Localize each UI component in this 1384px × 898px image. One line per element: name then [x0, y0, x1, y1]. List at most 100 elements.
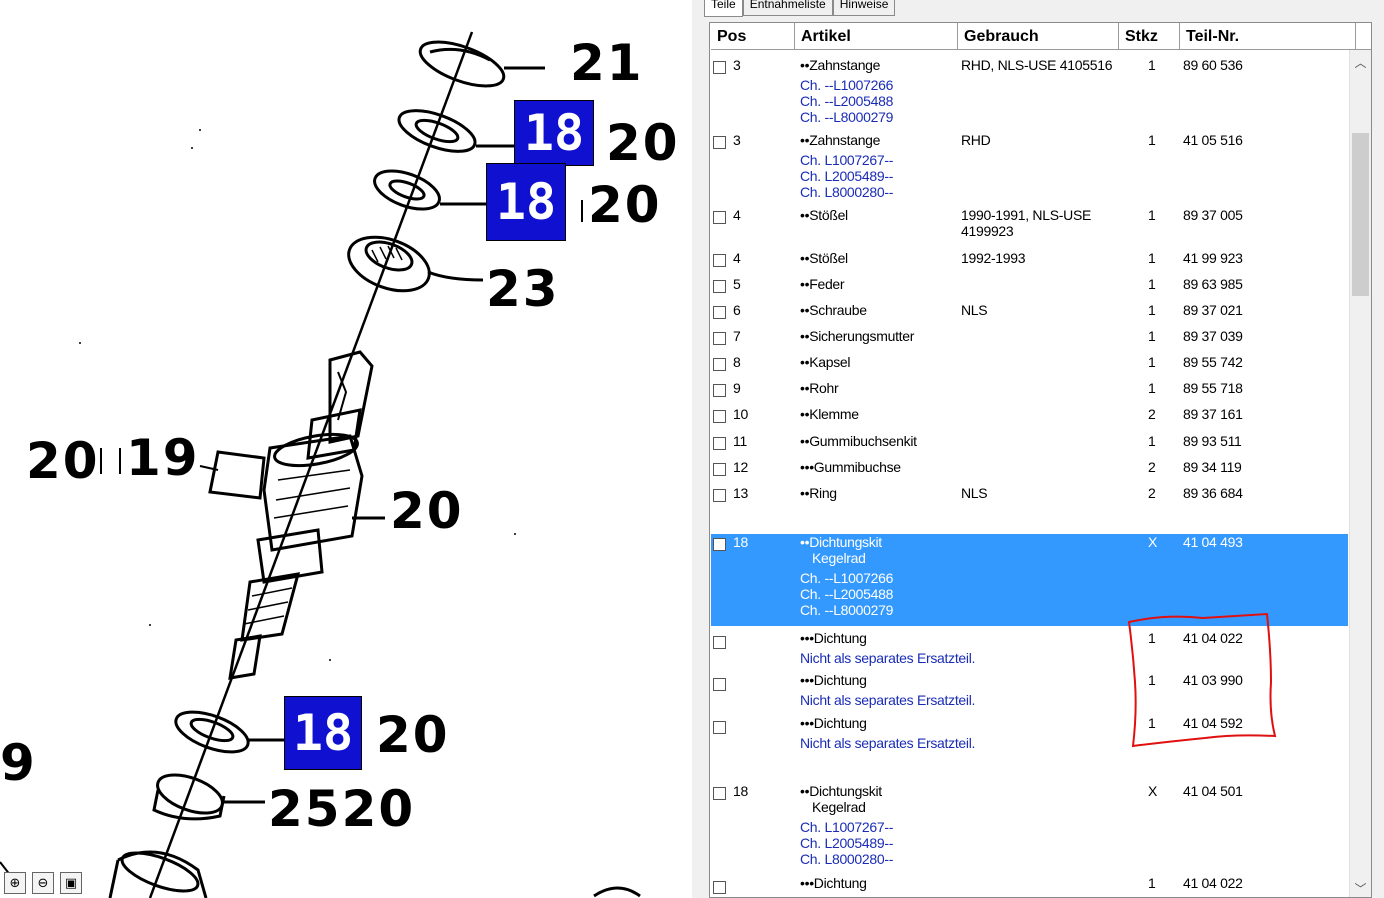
table-row[interactable]: •••Dichtung 1 41 03 990 Nicht als separates…	[711, 672, 1348, 715]
column-header-filler	[1356, 23, 1371, 50]
cell-pos: 7	[733, 328, 741, 344]
cell-stkz: 1	[1148, 328, 1156, 344]
tab-hinweise[interactable]: Hinweise	[832, 0, 896, 16]
row-checkbox[interactable]	[713, 538, 726, 551]
callout-20: 20	[588, 176, 662, 234]
row-checkbox[interactable]	[713, 787, 726, 800]
table-row[interactable]: 13 ••Ring NLS 2 89 36 684	[711, 485, 1348, 534]
table-row[interactable]: 4 ••Stößel 1992-1993 1 41 99 923	[711, 250, 1348, 276]
cell-teilnr: 89 37 161	[1183, 406, 1243, 422]
callout-2520: 2520	[268, 780, 416, 838]
row-checkbox[interactable]	[713, 437, 726, 450]
table-row[interactable]: 4 ••Stößel 1990-1991, NLS-USE 4199923 1 89 37…	[711, 207, 1348, 250]
table-row[interactable]: 18 ••Dichtungskit Kegelrad X 41 04 501 Ch. L1…	[711, 783, 1348, 875]
column-header-gebrauch[interactable]: Gebrauch	[958, 23, 1119, 50]
cell-stkz: 1	[1148, 354, 1156, 370]
chassis-range: Ch. L2005489--	[800, 835, 894, 851]
scrollbar-thumb[interactable]	[1352, 133, 1369, 296]
column-header-artikel[interactable]: Artikel	[795, 23, 958, 50]
cell-teilnr: 89 37 039	[1183, 328, 1243, 344]
table-row[interactable]: 3 ••Zahnstange RHD 1 41 05 516 Ch. L1007267--…	[711, 132, 1348, 207]
parts-panel: Teile Entnahmeliste Hinweise Pos Artikel…	[700, 0, 1384, 898]
chassis-range: Ch. --L1007266	[800, 77, 894, 93]
splitter[interactable]	[692, 0, 700, 898]
row-note: Nicht als separates Ersatzteil.	[800, 692, 976, 708]
cell-artikel: ••Dichtungskit	[800, 783, 882, 799]
cell-artikel: ••Zahnstange	[800, 132, 881, 148]
cell-pos: 13	[733, 485, 748, 501]
row-checkbox[interactable]	[713, 384, 726, 397]
row-checkbox[interactable]	[713, 332, 726, 345]
row-checkbox[interactable]	[713, 489, 726, 502]
row-checkbox[interactable]	[713, 881, 726, 894]
row-checkbox[interactable]	[713, 211, 726, 224]
cell-artikel: ••Zahnstange	[800, 57, 881, 73]
table-row[interactable]: 6 ••Schraube NLS 1 89 37 021	[711, 302, 1348, 328]
table-row[interactable]: 9 ••Rohr 1 89 55 718	[711, 380, 1348, 406]
cell-teilnr: 41 04 022	[1183, 875, 1243, 891]
table-row-selected[interactable]: 18 ••Dichtungskit Kegelrad X 41 04 493 Ch. --…	[711, 534, 1348, 626]
scroll-down-icon[interactable]: ﹀	[1350, 880, 1371, 897]
column-header-pos[interactable]: Pos	[711, 23, 795, 50]
chassis-range: Ch. --L2005488	[800, 586, 894, 602]
cell-gebrauch: NLS	[961, 485, 988, 501]
tab-teile[interactable]: Teile	[704, 0, 743, 17]
vertical-scrollbar[interactable]: ︿ ﹀	[1349, 50, 1371, 897]
row-checkbox[interactable]	[713, 136, 726, 149]
cell-teilnr: 89 36 684	[1183, 485, 1243, 501]
exploded-parts-diagram: 21 20 20 23 20 19 20 20 2520 9 18 18 18 …	[0, 0, 692, 898]
cell-artikel: ••Kapsel	[800, 354, 851, 370]
table-row[interactable]: 7 ••Sicherungsmutter 1 89 37 039	[711, 328, 1348, 354]
table-row[interactable]: 11 ••Gummibuchsenkit 1 89 93 511	[711, 433, 1348, 459]
table-row[interactable]: 12 •••Gummibuchse 2 89 34 119	[711, 459, 1348, 485]
zoom-toolbar: ⊕ ⊖ ▣	[4, 872, 82, 894]
row-checkbox[interactable]	[713, 721, 726, 734]
cell-teilnr: 89 60 536	[1183, 57, 1243, 73]
column-header-teilnr[interactable]: Teil-Nr.	[1180, 23, 1356, 50]
row-checkbox[interactable]	[713, 280, 726, 293]
zoom-in-icon[interactable]: ⊕	[4, 872, 26, 894]
row-checkbox[interactable]	[713, 410, 726, 423]
cell-artikel: ••Stößel	[800, 250, 848, 266]
cell-gebrauch: 1990-1991, NLS-USE	[961, 207, 1092, 223]
cell-pos: 10	[733, 406, 748, 422]
table-row[interactable]: •••Dichtung 1 41 04 592 Nicht als separates…	[711, 715, 1348, 783]
highlight-callout-18[interactable]: 18	[486, 163, 566, 241]
cell-artikel: ••Schraube	[800, 302, 867, 318]
table-row[interactable]: 3 ••Zahnstange RHD, NLS-USE 4105516 1 89 60 …	[711, 57, 1348, 132]
chassis-range: Ch. --L8000279	[800, 109, 894, 125]
row-checkbox[interactable]	[713, 254, 726, 267]
cell-teilnr: 41 05 516	[1183, 132, 1243, 148]
column-header-stkz[interactable]: Stkz	[1119, 23, 1180, 50]
cell-artikel: ••Sicherungsmutter	[800, 328, 915, 344]
row-checkbox[interactable]	[713, 636, 726, 649]
table-row[interactable]: 8 ••Kapsel 1 89 55 742	[711, 354, 1348, 380]
highlight-callout-18[interactable]: 18	[284, 696, 362, 770]
row-checkbox[interactable]	[713, 306, 726, 319]
row-checkbox[interactable]	[713, 358, 726, 371]
cell-pos: 4	[733, 250, 741, 266]
highlight-callout-18[interactable]: 18	[514, 100, 594, 166]
row-checkbox[interactable]	[713, 678, 726, 691]
table-row[interactable]: •••Dichtung141 04 022Nicht als separates…	[711, 630, 1348, 672]
cell-teilnr: 41 04 592	[1183, 715, 1243, 731]
cell-artikel: •••Dichtung	[800, 630, 867, 646]
cell-stkz: 1	[1148, 207, 1156, 223]
cell-teilnr: 41 03 990	[1183, 672, 1243, 688]
scroll-up-icon[interactable]: ︿	[1350, 54, 1371, 71]
cell-pos: 18	[733, 783, 748, 799]
table-row[interactable]: 5 ••Feder 1 89 63 985	[711, 276, 1348, 302]
cell-artikel: •••Dichtung	[800, 875, 867, 891]
table-row[interactable]: •••Dichtung141 04 022Nicht als separates…	[711, 875, 1348, 897]
fit-page-icon[interactable]: ▣	[60, 872, 82, 894]
zoom-out-icon[interactable]: ⊖	[32, 872, 54, 894]
row-checkbox[interactable]	[713, 61, 726, 74]
cell-stkz: 1	[1148, 672, 1156, 688]
parts-table: Pos Artikel Gebrauch Stkz Teil-Nr. 3 ••Za…	[709, 22, 1372, 898]
cell-stkz: 1	[1148, 132, 1156, 148]
cell-artikel-sub: Kegelrad	[812, 799, 866, 815]
chassis-range: Ch. L2005489--	[800, 168, 894, 184]
row-checkbox[interactable]	[713, 463, 726, 476]
tab-entnahmeliste[interactable]: Entnahmeliste	[742, 0, 833, 16]
table-row[interactable]: 10 ••Klemme 2 89 37 161	[711, 406, 1348, 433]
